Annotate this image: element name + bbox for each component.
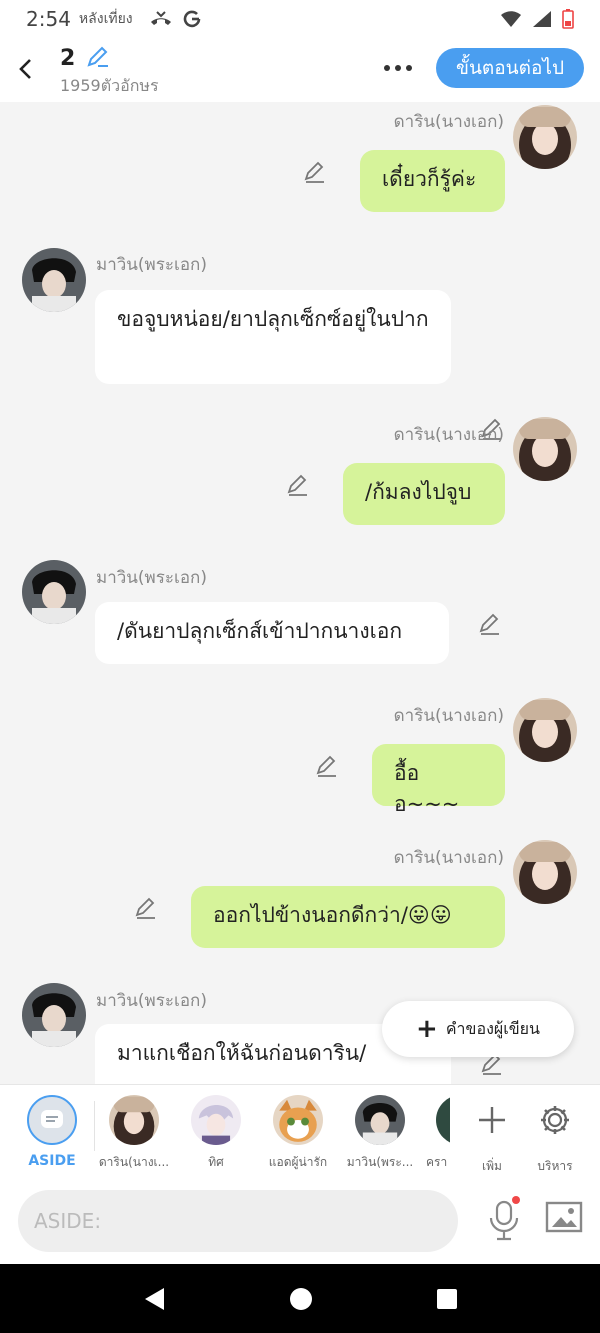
edit-title-button[interactable] bbox=[86, 44, 110, 72]
microphone-icon bbox=[489, 1196, 520, 1241]
aside-character-button[interactable]: ASIDE bbox=[14, 1095, 90, 1169]
status-time: 2:54 bbox=[26, 7, 71, 31]
character-item[interactable]: แอดผู้น่ารัก bbox=[260, 1095, 336, 1172]
sender-name: มาวิน(พระเอก) bbox=[96, 568, 207, 588]
chat-area[interactable]: ดาริน(นางเอก) เดี๋ยวก็รู้ค่ะ มาวิน(พระเอ… bbox=[0, 102, 600, 1084]
edit-message-button[interactable] bbox=[134, 896, 158, 920]
hero-avatar[interactable] bbox=[22, 560, 86, 624]
page-title: 2 bbox=[60, 45, 76, 71]
author-words-button[interactable]: + คำของผู้เขียน bbox=[382, 1001, 574, 1057]
sender-name: มาวิน(พระเอก) bbox=[96, 991, 207, 1011]
sender-name: ดาริน(นางเอก) bbox=[393, 848, 504, 868]
app-screen: 2:54 หลังเที่ยง 2 1959ตัวอักษร ขั้นตอนต่… bbox=[0, 0, 600, 1333]
system-nav-bar bbox=[0, 1264, 600, 1333]
nav-recents-icon[interactable] bbox=[436, 1288, 458, 1310]
signal-icon bbox=[533, 11, 551, 27]
edit-message-button[interactable] bbox=[303, 160, 327, 184]
edit-message-button[interactable] bbox=[286, 473, 310, 497]
status-time-period: หลังเที่ยง bbox=[78, 11, 133, 27]
heroine-avatar[interactable] bbox=[513, 840, 577, 904]
top-header: 2 1959ตัวอักษร ขั้นตอนต่อไป bbox=[0, 38, 600, 102]
battery-icon bbox=[562, 9, 574, 29]
manage-button[interactable]: บริหาร bbox=[517, 1095, 593, 1176]
voice-input-button[interactable] bbox=[484, 1196, 524, 1242]
next-step-button[interactable]: ขั้นตอนต่อไป bbox=[436, 48, 584, 88]
more-dot-icon bbox=[406, 65, 412, 71]
heroine-avatar[interactable] bbox=[513, 417, 577, 481]
more-options-button[interactable] bbox=[384, 58, 418, 78]
character-label: มาวิน(พระ... bbox=[346, 1155, 414, 1169]
sender-name: ดาริน(นางเอก) bbox=[393, 706, 504, 726]
author-words-label: คำของผู้เขียน bbox=[445, 1018, 540, 1038]
pencil-icon bbox=[479, 613, 499, 635]
sender-name: มาวิน(พระเอก) bbox=[96, 255, 207, 275]
sender-name: ดาริน(นางเอก) bbox=[393, 425, 504, 445]
character-label: แอดผู้น่ารัก bbox=[268, 1155, 328, 1169]
heroine-avatar[interactable] bbox=[513, 105, 577, 169]
message-bubble[interactable]: /ดันยาปลุกเซ็กส์เข้าปากนางเอก bbox=[95, 602, 449, 664]
message-bubble[interactable]: เดี๋ยวก็รู้ค่ะ bbox=[360, 150, 505, 212]
aside-icon bbox=[27, 1095, 77, 1145]
aside-label: ASIDE bbox=[28, 1153, 76, 1169]
hero-avatar[interactable] bbox=[22, 983, 86, 1047]
message-bubble[interactable]: ขอจูบหน่อย/ยาปลุกเซ็กซ์อยู่ในปาก bbox=[95, 290, 451, 384]
pencil-icon bbox=[287, 474, 307, 496]
image-icon bbox=[545, 1201, 583, 1233]
character-avatar bbox=[109, 1095, 159, 1145]
pencil-icon bbox=[87, 46, 109, 67]
message-bubble[interactable]: อื้ออ~~~ bbox=[372, 744, 505, 816]
plus-icon bbox=[479, 1107, 505, 1133]
message-bubble[interactable]: /ก้มลงไปจูบ bbox=[343, 463, 505, 525]
character-avatar bbox=[355, 1095, 405, 1145]
status-icons-right bbox=[500, 9, 574, 29]
edit-message-button[interactable] bbox=[478, 612, 502, 636]
hero-avatar[interactable] bbox=[22, 248, 86, 312]
wifi-icon bbox=[501, 11, 521, 27]
gear-icon bbox=[541, 1106, 569, 1134]
manage-label: บริหาร bbox=[537, 1159, 573, 1173]
character-item[interactable]: ทิศ bbox=[178, 1095, 254, 1172]
character-label: ทิศ bbox=[208, 1155, 224, 1169]
character-label: ดาริน(นางเ... bbox=[98, 1155, 170, 1169]
character-label: ครา bbox=[426, 1155, 448, 1169]
edit-message-button[interactable] bbox=[315, 754, 339, 778]
image-button[interactable] bbox=[544, 1200, 584, 1236]
google-icon bbox=[183, 10, 200, 28]
character-bar: ASIDE ดาริน(นางเ... ทิศ แอดผู้น่ารัก มาว… bbox=[0, 1084, 600, 1178]
character-avatar bbox=[436, 1095, 450, 1145]
character-item[interactable]: มาวิน(พระ... bbox=[342, 1095, 418, 1172]
character-item[interactable]: ดาริน(นางเ... bbox=[96, 1095, 172, 1172]
pencil-icon bbox=[316, 755, 336, 777]
chevron-left-icon bbox=[19, 59, 31, 79]
sender-name: ดาริน(นางเอก) bbox=[393, 112, 504, 132]
status-icons-left bbox=[149, 10, 201, 28]
missed-call-icon bbox=[150, 11, 171, 25]
pencil-icon bbox=[135, 897, 155, 919]
more-dot-icon bbox=[395, 65, 401, 71]
title-area: 2 1959ตัวอักษร bbox=[60, 44, 159, 99]
nav-back-icon[interactable] bbox=[142, 1286, 166, 1312]
character-avatar bbox=[273, 1095, 323, 1145]
plus-icon: + bbox=[416, 1014, 438, 1044]
character-avatar bbox=[191, 1095, 241, 1145]
pencil-icon bbox=[304, 161, 324, 183]
divider bbox=[94, 1101, 95, 1151]
more-dot-icon bbox=[384, 65, 390, 71]
input-bar: ASIDE: bbox=[0, 1178, 600, 1264]
message-bubble[interactable]: ออกไปข้างนอกดีกว่า/😛😛 bbox=[191, 886, 505, 948]
character-count: 1959ตัวอักษร bbox=[60, 76, 159, 95]
heroine-avatar[interactable] bbox=[513, 698, 577, 762]
nav-home-icon[interactable] bbox=[289, 1287, 313, 1311]
back-button[interactable] bbox=[14, 54, 36, 84]
message-input[interactable]: ASIDE: bbox=[18, 1190, 458, 1252]
status-bar: 2:54 หลังเที่ยง bbox=[0, 0, 600, 38]
character-item[interactable]: ครา bbox=[424, 1095, 450, 1172]
